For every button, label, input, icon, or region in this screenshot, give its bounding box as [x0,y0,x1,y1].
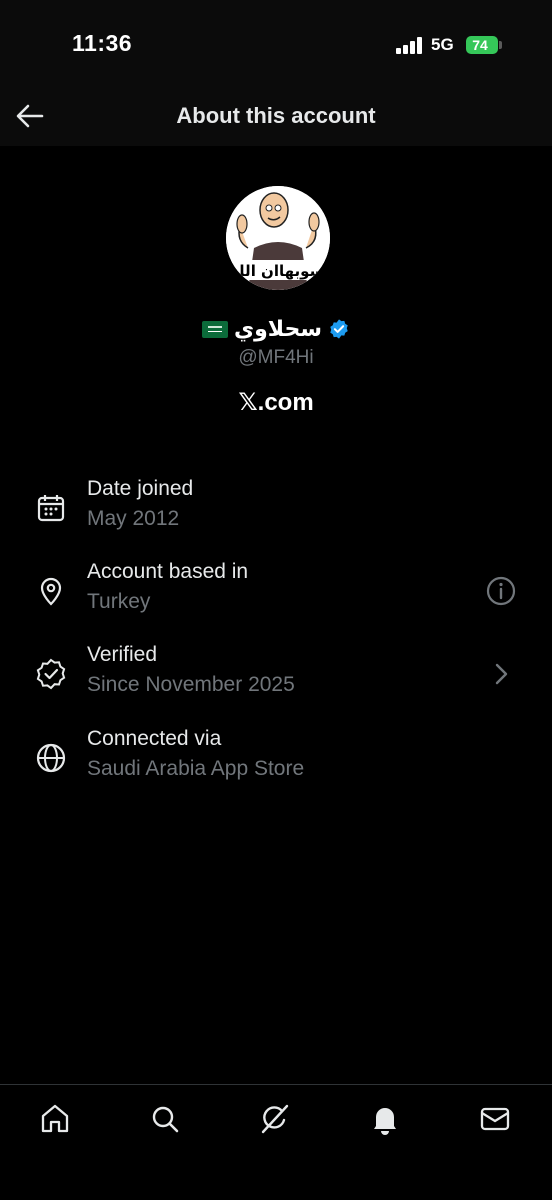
saudi-flag-icon [201,320,228,338]
notifications-icon[interactable] [367,1101,403,1137]
page-title: About this account [176,103,376,128]
profile-name-row: سحلاوي [0,316,552,344]
status-bar: 11:36 5G 74 [0,0,552,88]
info-icon[interactable] [484,574,518,608]
globe-icon [34,741,68,775]
detail-value: Saudi Arabia App Store [87,757,305,780]
battery-tip [499,41,502,49]
detail-verified[interactable]: Verified Since November 2025 [0,643,552,713]
detail-value: Since November 2025 [87,673,295,696]
calendar-icon [34,491,68,525]
detail-label: Date joined [87,477,194,500]
site-name: 𝕏.com [238,389,314,416]
detail-connected-via: Connected via Saudi Arabia App Store [0,727,552,797]
signal-icon [396,36,422,54]
avatar[interactable]: سوبهاان الل [226,186,330,290]
battery-icon: 74 [466,36,498,54]
network-type: 5G [431,35,454,54]
detail-label: Connected via [87,727,222,750]
profile-name: سحلاوي [233,316,323,341]
detail-label: Account based in [87,560,249,583]
home-icon[interactable] [37,1101,73,1137]
detail-label: Verified [87,643,158,666]
detail-account-based-in: Account based in Turkey [0,560,552,630]
chevron-right-icon[interactable] [484,657,518,691]
status-time: 11:36 [72,30,133,56]
verified-badge-icon [34,657,68,691]
profile-handle: @MF4Hi [238,347,314,368]
detail-date-joined: Date joined May 2012 [0,477,552,547]
search-icon[interactable] [147,1101,183,1137]
bottom-tab-bar [0,1084,552,1200]
detail-value: May 2012 [87,507,180,530]
location-pin-icon [34,574,68,608]
messages-icon[interactable] [477,1101,513,1137]
avatar-caption: سوبهاان الل [232,262,325,280]
header-bar: About this account [0,88,552,146]
detail-value: Turkey [87,590,151,613]
verified-badge-icon [328,318,350,340]
grok-icon[interactable] [257,1101,293,1137]
